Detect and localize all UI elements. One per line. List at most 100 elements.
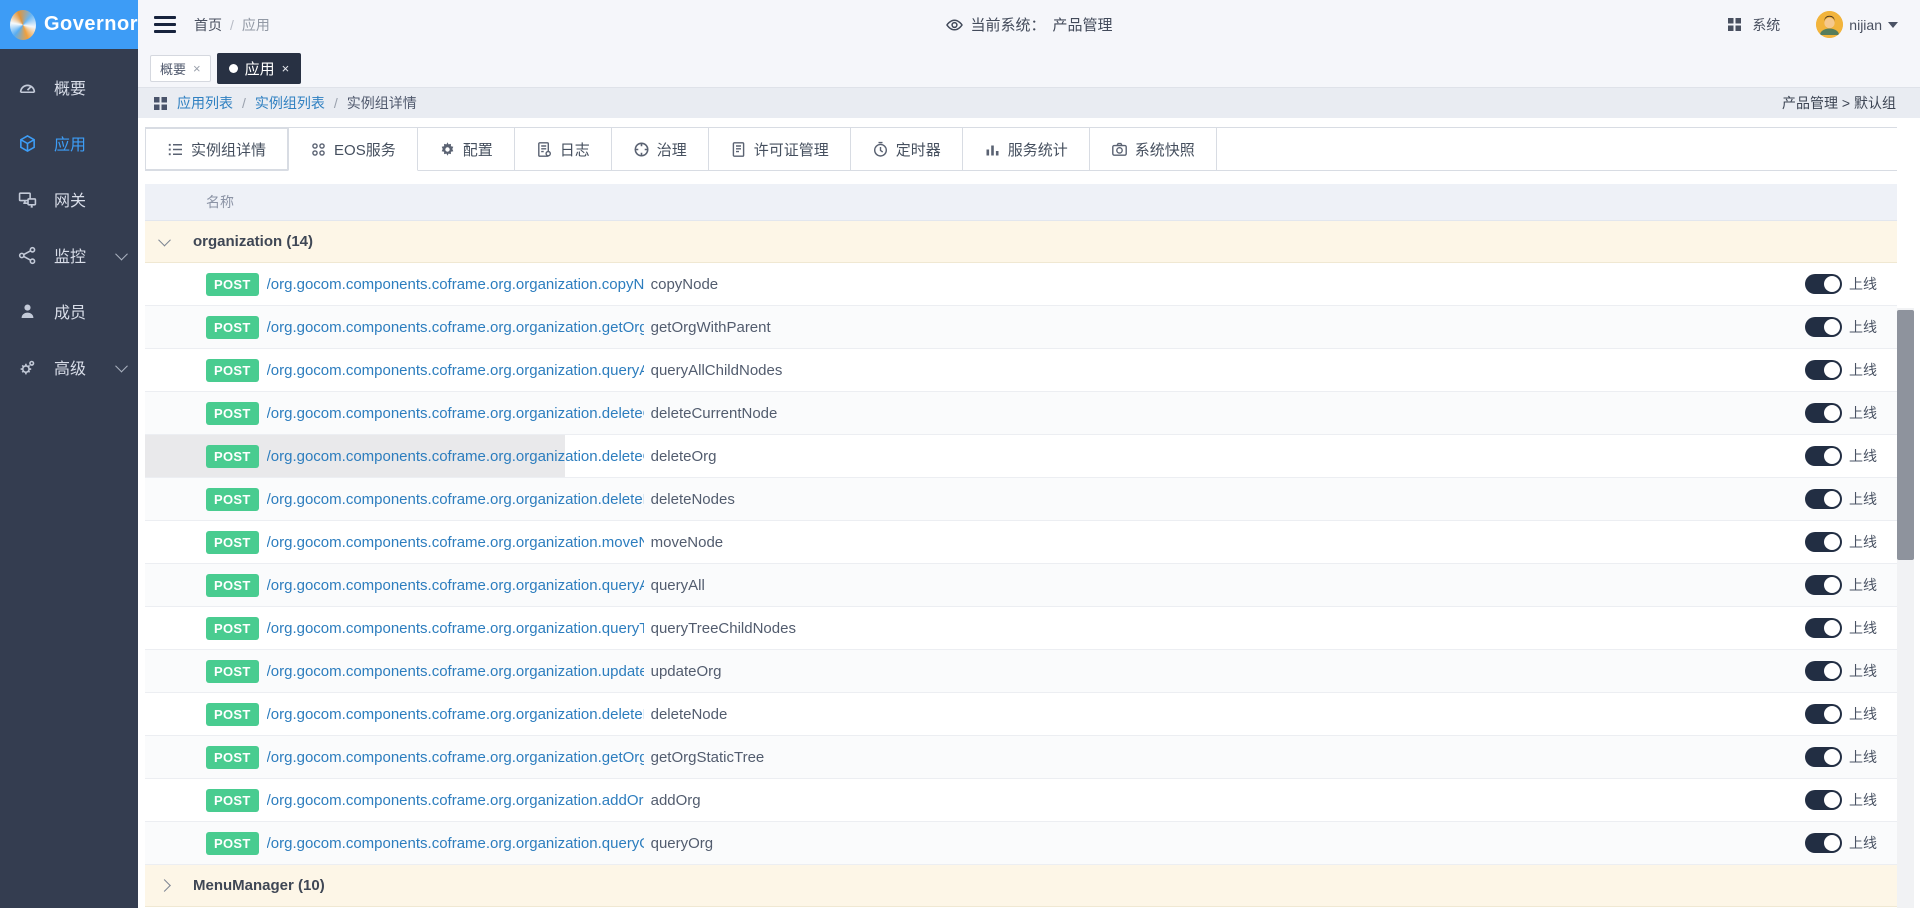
online-toggle[interactable] bbox=[1805, 618, 1842, 638]
toggle-knob bbox=[1824, 534, 1840, 550]
grid-icon bbox=[1727, 17, 1742, 32]
breadcrumb-instance-group-detail: 实例组详情 bbox=[347, 93, 417, 113]
table-row[interactable]: POST /org.gocom.components.coframe.org.o… bbox=[145, 306, 1897, 349]
sidebar-item-members[interactable]: 成员 bbox=[0, 283, 138, 339]
user-menu[interactable]: nijian bbox=[1816, 11, 1898, 38]
service-path-link[interactable]: /org.gocom.components.coframe.org.organi… bbox=[267, 577, 644, 594]
logo[interactable]: Governor bbox=[0, 0, 138, 49]
online-toggle[interactable] bbox=[1805, 747, 1842, 767]
online-toggle[interactable] bbox=[1805, 360, 1842, 380]
service-path-link[interactable]: /org.gocom.components.coframe.org.organi… bbox=[267, 706, 644, 723]
online-toggle[interactable] bbox=[1805, 274, 1842, 294]
online-toggle[interactable] bbox=[1805, 790, 1842, 810]
table-row[interactable]: POST /org.gocom.components.coframe.org.o… bbox=[145, 779, 1897, 822]
online-toggle[interactable] bbox=[1805, 704, 1842, 724]
close-icon[interactable]: × bbox=[282, 62, 290, 75]
table-row[interactable]: POST /org.gocom.components.coframe.org.o… bbox=[145, 650, 1897, 693]
chevron-down-icon[interactable] bbox=[160, 233, 169, 251]
breadcrumb-current: 应用 bbox=[242, 15, 270, 35]
tab-governance[interactable]: 治理 bbox=[612, 128, 709, 170]
tab-service-statistics[interactable]: 服务统计 bbox=[963, 128, 1090, 170]
table-row[interactable]: POST /org.gocom.components.coframe.org.o… bbox=[145, 478, 1897, 521]
tab-label: 治理 bbox=[657, 139, 687, 160]
service-path-link[interactable]: /org.gocom.components.coframe.org.organi… bbox=[267, 749, 644, 766]
service-path-link[interactable]: /org.gocom.components.coframe.org.organi… bbox=[267, 405, 644, 422]
table-row[interactable]: POST /org.gocom.components.coframe.org.o… bbox=[145, 693, 1897, 736]
sidebar-item-overview[interactable]: 概要 bbox=[0, 59, 138, 115]
service-path-link[interactable]: /org.gocom.components.coframe.org.organi… bbox=[267, 362, 644, 379]
sidebar-item-label: 高级 bbox=[54, 355, 117, 379]
table-row[interactable]: POST /org.gocom.components.coframe.org.o… bbox=[145, 822, 1897, 865]
tab-license-management[interactable]: 许可证管理 bbox=[709, 128, 851, 170]
tab-system-snapshot[interactable]: 系统快照 bbox=[1090, 128, 1217, 170]
row-actions: 上线 bbox=[1805, 661, 1897, 681]
toggle-label: 上线 bbox=[1849, 747, 1877, 767]
swirl-logo-icon bbox=[10, 10, 36, 40]
row-actions: 上线 bbox=[1805, 790, 1897, 810]
table-row[interactable]: POST /org.gocom.components.coframe.org.o… bbox=[145, 521, 1897, 564]
close-icon[interactable]: × bbox=[193, 62, 201, 75]
app-cube-icon bbox=[18, 134, 37, 153]
table-row[interactable]: POST /org.gocom.components.coframe.org.o… bbox=[145, 564, 1897, 607]
tab-configuration[interactable]: 配置 bbox=[418, 128, 515, 170]
online-toggle[interactable] bbox=[1805, 532, 1842, 552]
scrollbar-thumb[interactable] bbox=[1897, 310, 1914, 560]
service-path-link[interactable]: /org.gocom.components.coframe.org.organi… bbox=[267, 620, 644, 637]
tab-instance-group-detail[interactable]: 实例组详情 bbox=[145, 128, 288, 170]
toggle-knob bbox=[1824, 620, 1840, 636]
service-path-link[interactable]: /org.gocom.components.coframe.org.organi… bbox=[267, 835, 644, 852]
table-row[interactable]: POST /org.gocom.components.coframe.org.o… bbox=[145, 607, 1897, 650]
sidebar-item-gateway[interactable]: 网关 bbox=[0, 171, 138, 227]
service-path-link[interactable]: /org.gocom.components.coframe.org.organi… bbox=[267, 276, 644, 293]
tab-logs[interactable]: 日志 bbox=[515, 128, 612, 170]
system-menu[interactable]: 系统 bbox=[1752, 15, 1780, 35]
service-path-link[interactable]: /org.gocom.components.coframe.org.organi… bbox=[267, 534, 644, 551]
sidebar-item-advanced[interactable]: 高级 bbox=[0, 339, 138, 395]
service-path-link[interactable]: /org.gocom.components.coframe.org.organi… bbox=[267, 663, 644, 680]
toggle-label: 上线 bbox=[1849, 489, 1877, 509]
hamburger-menu-icon[interactable] bbox=[154, 16, 176, 33]
toggle-label: 上线 bbox=[1849, 575, 1877, 595]
page-tab-overview[interactable]: 概要 × bbox=[150, 55, 211, 82]
method-badge: POST bbox=[206, 359, 259, 382]
table-row[interactable]: POST /org.gocom.components.coframe.org.o… bbox=[145, 349, 1897, 392]
breadcrumb-app-list[interactable]: 应用列表 bbox=[177, 93, 233, 113]
breadcrumb-home[interactable]: 首页 bbox=[194, 15, 222, 35]
gateway-icon bbox=[18, 190, 37, 209]
tab-timer[interactable]: 定时器 bbox=[851, 128, 963, 170]
table-row[interactable]: POST /org.gocom.components.coframe.org.o… bbox=[145, 263, 1897, 306]
service-path-link[interactable]: /org.gocom.components.coframe.org.organi… bbox=[267, 491, 644, 508]
online-toggle[interactable] bbox=[1805, 446, 1842, 466]
row-actions: 上线 bbox=[1805, 704, 1897, 724]
vertical-scrollbar[interactable] bbox=[1897, 308, 1914, 908]
table-row[interactable]: POST /org.gocom.components.coframe.org.o… bbox=[145, 435, 1897, 478]
caret-down-icon bbox=[1888, 22, 1898, 33]
service-path-link[interactable]: /org.gocom.components.coframe.org.organi… bbox=[267, 792, 644, 809]
list-icon bbox=[167, 141, 184, 158]
governance-icon bbox=[633, 141, 650, 158]
table-row[interactable]: POST /org.gocom.components.coframe.org.o… bbox=[145, 736, 1897, 779]
service-path-link[interactable]: /org.gocom.components.coframe.org.organi… bbox=[267, 319, 644, 336]
online-toggle[interactable] bbox=[1805, 489, 1842, 509]
breadcrumb-instance-group-list[interactable]: 实例组列表 bbox=[255, 93, 325, 113]
online-toggle[interactable] bbox=[1805, 661, 1842, 681]
group-row-organization[interactable]: organization (14) bbox=[145, 221, 1897, 263]
sidebar-item-monitoring[interactable]: 监控 bbox=[0, 227, 138, 283]
service-name: queryTreeChildNodes bbox=[651, 620, 796, 637]
main-column: 首页 / 应用 当前系统： 产品管理 系统 nijian bbox=[138, 0, 1920, 908]
page-tab-applications[interactable]: 应用 × bbox=[217, 53, 302, 84]
online-toggle[interactable] bbox=[1805, 575, 1842, 595]
table-row[interactable]: POST /org.gocom.components.coframe.org.o… bbox=[145, 392, 1897, 435]
group-row-menumanager[interactable]: MenuManager (10) bbox=[145, 865, 1897, 907]
service-path-link[interactable]: /org.gocom.components.coframe.org.organi… bbox=[267, 448, 644, 465]
online-toggle[interactable] bbox=[1805, 833, 1842, 853]
sidebar-item-label: 监控 bbox=[54, 243, 117, 267]
group-name: MenuManager (10) bbox=[193, 877, 325, 894]
service-name: deleteNodes bbox=[651, 491, 735, 508]
tab-eos-services[interactable]: EOS服务 bbox=[288, 128, 418, 171]
chevron-right-icon[interactable] bbox=[160, 877, 169, 895]
toggle-label: 上线 bbox=[1849, 790, 1877, 810]
online-toggle[interactable] bbox=[1805, 403, 1842, 423]
online-toggle[interactable] bbox=[1805, 317, 1842, 337]
sidebar-item-applications[interactable]: 应用 bbox=[0, 115, 138, 171]
